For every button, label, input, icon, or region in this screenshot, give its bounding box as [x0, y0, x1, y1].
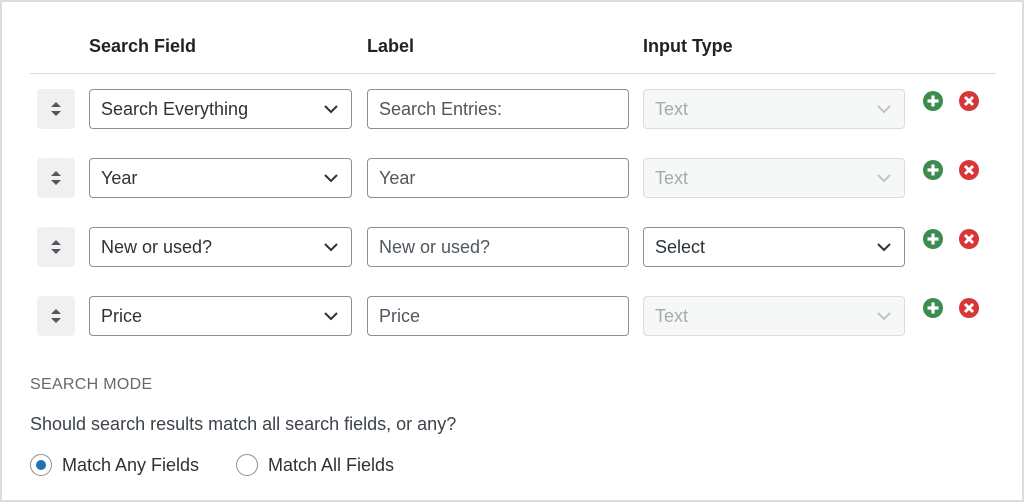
label-input[interactable]: New or used? — [367, 227, 629, 267]
search-field-row: Search Everything Search Entries: Text — [2, 89, 1024, 133]
column-header-search-field: Search Field — [89, 36, 197, 56]
search-mode-title: SEARCH MODE — [30, 376, 153, 393]
search-fields-panel: Search Field Label Input Type Search Eve… — [0, 0, 1024, 502]
plus-circle-icon[interactable] — [922, 228, 944, 250]
chevron-down-icon — [324, 243, 338, 252]
plus-circle-icon[interactable] — [922, 297, 944, 319]
chevron-down-icon — [877, 174, 891, 183]
chevron-down-icon — [324, 105, 338, 114]
label-input[interactable]: Year — [367, 158, 629, 198]
input-type-select[interactable]: Text — [643, 296, 905, 336]
chevron-down-icon — [877, 312, 891, 321]
chevron-down-icon — [877, 243, 891, 252]
search-field-row: New or used? New or used? Select — [2, 227, 1024, 271]
plus-circle-icon[interactable] — [922, 159, 944, 181]
chevron-down-icon — [324, 174, 338, 183]
plus-circle-icon[interactable] — [922, 90, 944, 112]
input-type-select[interactable]: Select — [643, 227, 905, 267]
header-divider — [30, 73, 996, 74]
search-field-value: Year — [101, 167, 138, 188]
match-all-label: Match All Fields — [268, 454, 395, 475]
label-value: Search Entries: — [379, 98, 503, 119]
search-field-select[interactable]: Search Everything — [89, 89, 352, 129]
input-type-value: Text — [655, 305, 689, 326]
input-type-select[interactable]: Text — [643, 158, 905, 198]
search-field-select[interactable]: New or used? — [89, 227, 352, 267]
column-header-input-type: Input Type — [643, 36, 733, 56]
match-all-radio[interactable] — [236, 454, 258, 476]
x-circle-icon[interactable] — [958, 228, 980, 250]
chevron-down-icon — [324, 312, 338, 321]
x-circle-icon[interactable] — [958, 297, 980, 319]
label-input[interactable]: Price — [367, 296, 629, 336]
search-field-value: Search Everything — [101, 98, 249, 119]
chevron-down-icon — [877, 105, 891, 114]
sort-arrows-icon — [51, 102, 61, 116]
input-type-value: Text — [655, 167, 689, 188]
label-value: Price — [379, 305, 421, 326]
label-value: Year — [379, 167, 416, 188]
column-header-label: Label — [367, 36, 415, 56]
search-field-value: New or used? — [101, 236, 213, 257]
search-field-row: Year Year Text — [2, 158, 1024, 202]
input-type-select[interactable]: Text — [643, 89, 905, 129]
search-field-row: Price Price Text — [2, 296, 1024, 340]
drag-handle[interactable] — [37, 89, 75, 129]
x-circle-icon[interactable] — [958, 90, 980, 112]
drag-handle[interactable] — [37, 158, 75, 198]
search-mode-question: Should search results match all search f… — [30, 414, 457, 434]
search-field-select[interactable]: Year — [89, 158, 352, 198]
match-any-label: Match Any Fields — [62, 454, 200, 475]
search-field-select[interactable]: Price — [89, 296, 352, 336]
drag-handle[interactable] — [37, 227, 75, 267]
search-field-value: Price — [101, 305, 143, 326]
label-value: New or used? — [379, 236, 491, 257]
input-type-value: Text — [655, 98, 689, 119]
drag-handle[interactable] — [37, 296, 75, 336]
sort-arrows-icon — [51, 309, 61, 323]
sort-arrows-icon — [51, 240, 61, 254]
sort-arrows-icon — [51, 171, 61, 185]
match-any-radio[interactable] — [30, 454, 52, 476]
label-input[interactable]: Search Entries: — [367, 89, 629, 129]
input-type-value: Select — [655, 236, 706, 257]
match-all-fields-option[interactable]: Match All Fields — [236, 453, 394, 477]
x-circle-icon[interactable] — [958, 159, 980, 181]
match-any-fields-option[interactable]: Match Any Fields — [30, 453, 199, 477]
